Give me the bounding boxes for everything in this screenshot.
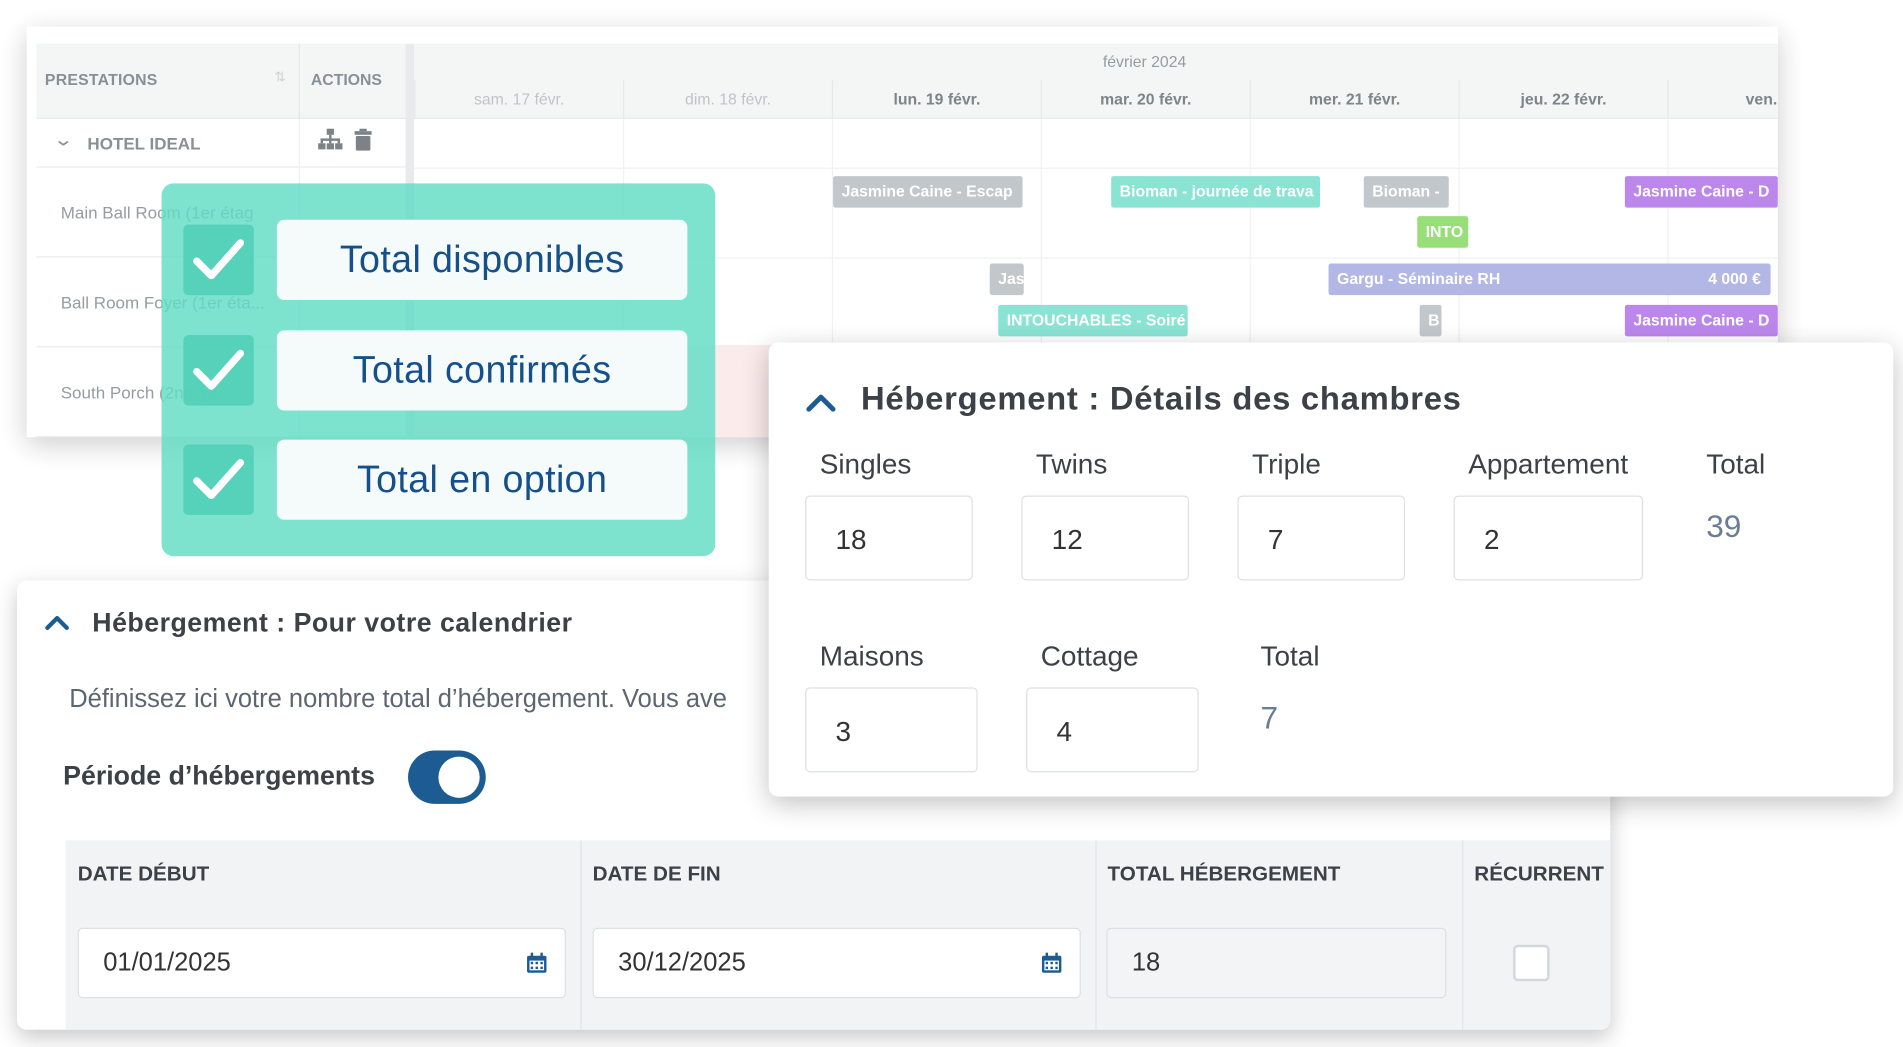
period-table: DATE DÉBUT DATE DE FIN TOTAL HÉBERGEMENT…	[65, 840, 1611, 1030]
panel-title: Hébergement : Pour votre calendrier	[92, 607, 573, 638]
period-label: Période d’hébergements	[63, 760, 375, 791]
cottage-label: Cottage	[1040, 639, 1139, 672]
triple-label: Triple	[1252, 448, 1321, 480]
totals-legend: Total disponibles Total confirmés Total …	[161, 183, 716, 557]
panel-description: Définissez ici votre nombre total d’hébe…	[69, 684, 727, 713]
column-header-total: TOTAL HÉBERGEMENT	[1107, 862, 1341, 886]
day-header: ven. 23	[1667, 80, 1778, 120]
group-label: HOTEL IDEAL	[87, 133, 201, 154]
chevron-up-icon[interactable]	[805, 389, 837, 416]
legend-label: Total en option	[276, 439, 688, 520]
day-header: mar. 20 févr.	[1040, 80, 1250, 120]
column-header-start-date: DATE DÉBUT	[77, 862, 210, 886]
event-bar[interactable]: Jasmine Caine - D	[1624, 176, 1778, 208]
calendar-sidebar-header: PRESTATIONS ⇅ ACTIONS	[36, 43, 409, 120]
singles-label: Singles	[819, 448, 912, 480]
maisons-input[interactable]: 3	[805, 687, 978, 773]
total-accommodation-input[interactable]: 18	[1106, 927, 1447, 999]
total-label: Total	[1706, 448, 1766, 480]
day-header: jeu. 22 févr.	[1458, 80, 1667, 120]
appartement-label: Appartement	[1468, 448, 1629, 480]
event-bar[interactable]: INTO	[1417, 216, 1469, 248]
appartement-input[interactable]: 2	[1453, 495, 1644, 581]
event-bar[interactable]: Bioman -	[1363, 176, 1449, 208]
event-bar[interactable]: Gargu - Séminaire RH 4 000 €	[1328, 263, 1771, 296]
event-label: Gargu - Séminaire RH	[1337, 269, 1501, 288]
hierarchy-icon[interactable]	[318, 128, 343, 151]
start-date-input[interactable]: 01/01/2025	[77, 927, 566, 999]
total-value: 7	[1260, 699, 1279, 736]
checkmark-icon	[183, 444, 254, 515]
day-header: dim. 18 févr.	[622, 80, 832, 120]
column-header-prestations[interactable]: PRESTATIONS	[45, 70, 158, 88]
column-header-recurrent: RÉCURRENT	[1474, 862, 1604, 886]
total-value: 39	[1706, 507, 1742, 545]
day-header: sam. 17 févr.	[414, 80, 623, 120]
calendar-icon[interactable]	[1041, 952, 1063, 974]
total-label: Total	[1260, 639, 1320, 672]
event-bar[interactable]: Jasmine Caine - Escap	[833, 176, 1023, 208]
day-header: mer. 21 févr.	[1249, 80, 1459, 120]
chevron-down-icon[interactable]: ⌄	[53, 129, 74, 151]
day-header: lun. 19 févr.	[831, 80, 1041, 120]
sort-icon[interactable]: ⇅	[274, 69, 285, 85]
room-details-panel: Hébergement : Détails des chambres Singl…	[768, 342, 1894, 797]
month-label: février 2024	[414, 43, 1778, 81]
event-bar[interactable]: B	[1419, 304, 1442, 337]
legend-label: Total disponibles	[276, 219, 688, 300]
maisons-label: Maisons	[819, 639, 924, 672]
chevron-up-icon[interactable]	[44, 610, 71, 637]
trash-icon[interactable]	[354, 128, 372, 151]
checkmark-icon	[183, 335, 254, 406]
cottage-input[interactable]: 4	[1026, 687, 1199, 773]
panel-title: Hébergement : Détails des chambres	[861, 380, 1462, 417]
legend-item: Total confirmés	[183, 330, 693, 411]
day-header-row: sam. 17 févr. dim. 18 févr. lun. 19 févr…	[414, 80, 1778, 120]
group-row[interactable]: ⌄ HOTEL IDEAL	[36, 119, 409, 168]
event-bar[interactable]: Jas	[989, 263, 1024, 296]
legend-label: Total confirmés	[276, 330, 688, 411]
screenshot-stage: PRESTATIONS ⇅ ACTIONS ⌄ HOTEL IDEAL Main…	[0, 0, 1903, 1045]
triple-input[interactable]: 7	[1237, 495, 1406, 581]
event-bar[interactable]: Bioman - journée de trava	[1111, 176, 1321, 208]
calendar-icon[interactable]	[526, 952, 548, 974]
end-date-value: 30/12/2025	[618, 948, 746, 977]
start-date-value: 01/01/2025	[103, 948, 231, 977]
event-bar[interactable]: INTOUCHABLES - Soiré	[998, 304, 1188, 337]
period-toggle[interactable]	[408, 750, 486, 804]
event-bar[interactable]: Jasmine Caine - D	[1624, 304, 1778, 337]
legend-item: Total disponibles	[183, 219, 693, 300]
checkmark-icon	[183, 224, 254, 296]
end-date-input[interactable]: 30/12/2025	[592, 927, 1081, 999]
column-header-actions: ACTIONS	[310, 70, 382, 89]
column-header-end-date: DATE DE FIN	[592, 862, 721, 886]
twins-input[interactable]: 12	[1021, 495, 1189, 581]
event-amount: 4 000 €	[1708, 269, 1761, 288]
twins-label: Twins	[1035, 448, 1108, 480]
legend-item: Total en option	[183, 439, 693, 520]
singles-input[interactable]: 18	[805, 495, 973, 581]
recurrent-checkbox[interactable]	[1513, 944, 1550, 982]
